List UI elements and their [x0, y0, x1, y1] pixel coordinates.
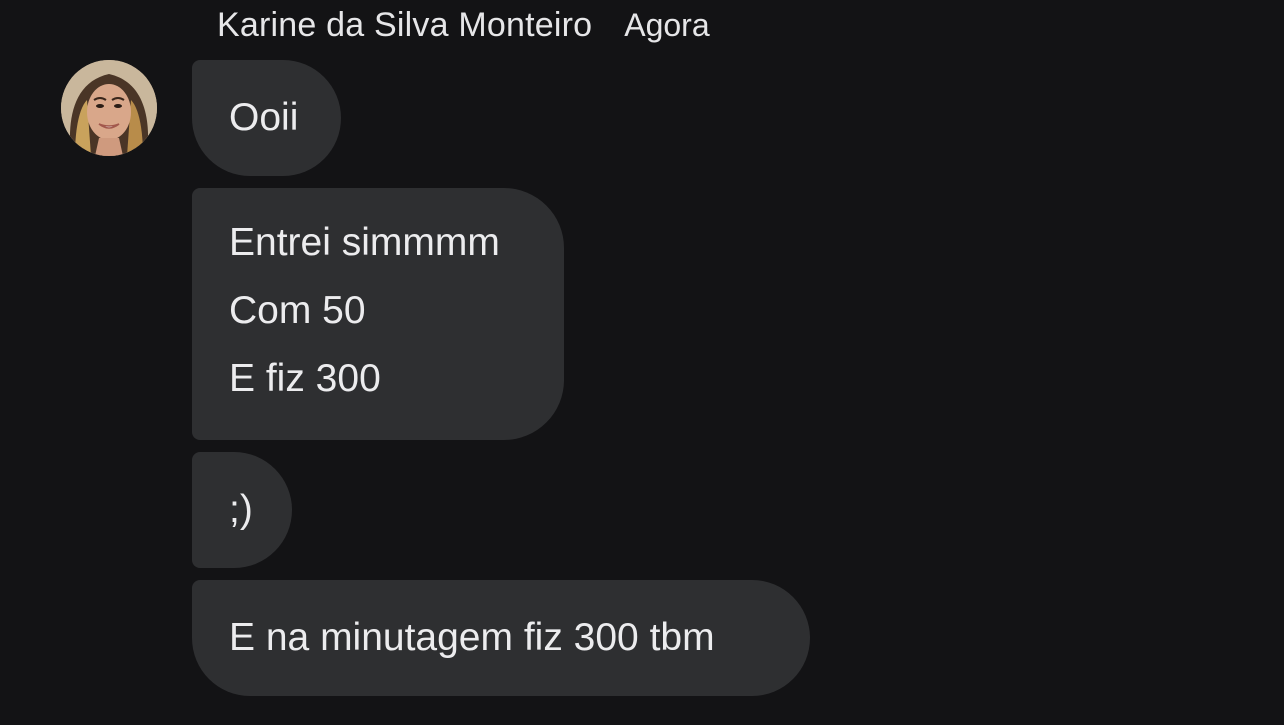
message-text: Entrei simmmm: [229, 221, 500, 264]
message-bubble[interactable]: ;): [192, 452, 292, 568]
message-text: Com 50: [229, 289, 366, 332]
message-bubble[interactable]: E na minutagem fiz 300 tbm: [192, 580, 810, 696]
message-timestamp: Agora: [624, 7, 710, 43]
sender-name[interactable]: Karine da Silva Monteiro: [217, 6, 592, 45]
avatar[interactable]: [61, 60, 157, 156]
message-text: E na minutagem fiz 300 tbm: [229, 616, 715, 659]
message-text: ;): [229, 488, 253, 531]
message-bubble[interactable]: Ooii: [192, 60, 341, 176]
avatar-photo: [61, 60, 157, 156]
message-text: E fiz 300: [229, 357, 381, 400]
chat-screen: Karine da Silva Monteiro Agora Ooii Entr…: [0, 0, 1284, 725]
message-text: Ooii: [229, 96, 299, 139]
message-bubble[interactable]: Entrei simmmm Com 50 E fiz 300: [192, 188, 564, 440]
message-header: Karine da Silva Monteiro Agora: [217, 6, 710, 45]
